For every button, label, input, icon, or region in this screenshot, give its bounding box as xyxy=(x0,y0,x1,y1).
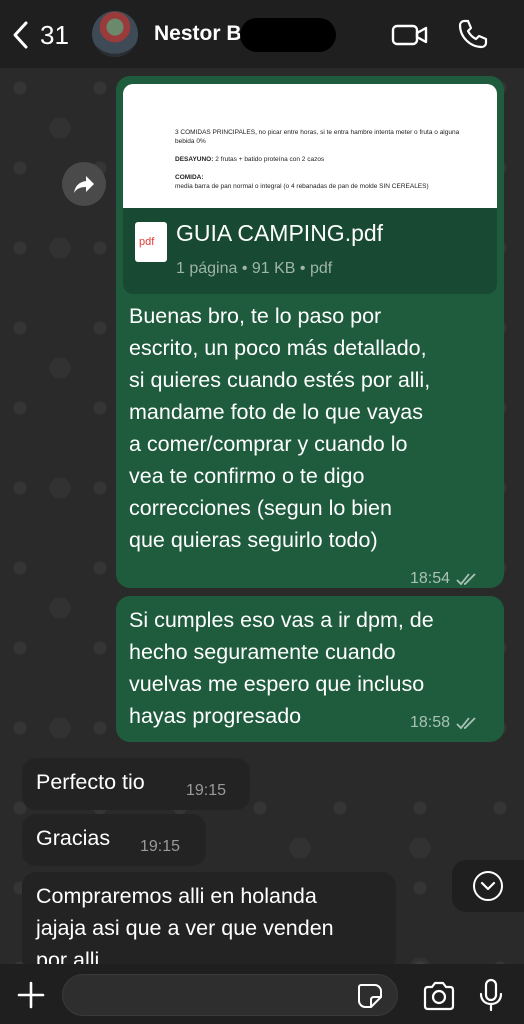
message-text: Si cumples eso vas a ir dpm, de hecho se… xyxy=(129,604,434,732)
camera-icon[interactable] xyxy=(422,981,456,1011)
scroll-to-bottom-button[interactable] xyxy=(452,860,524,912)
message-line: jajaja asi que a ver que venden xyxy=(36,916,334,940)
message-text: Gracias xyxy=(36,826,111,850)
microphone-icon[interactable] xyxy=(478,978,504,1012)
pdf-file-icon: pdf xyxy=(135,222,167,262)
message-line: Buenas bro, te lo paso por xyxy=(129,304,382,328)
phone-icon[interactable] xyxy=(457,18,489,50)
video-camera-icon[interactable] xyxy=(391,20,429,50)
message-line: Si cumples eso vas a ir dpm, de xyxy=(129,608,434,632)
message-text: Perfecto tio xyxy=(36,770,145,794)
message-time: 19:15 xyxy=(140,838,181,855)
message-line: si quieres cuando estés por alli, xyxy=(129,368,431,392)
sticker-icon[interactable] xyxy=(356,982,384,1010)
message-line: vea te confirmo o te digo xyxy=(129,464,365,488)
preview-line: media barra de pan normal o integral (o … xyxy=(175,183,429,190)
message-line: Compraremos alli en holanda xyxy=(36,884,317,908)
document-file-meta: 1 página • 91 KB • pdf xyxy=(176,260,333,277)
message-line: mandame foto de lo que vayas xyxy=(129,400,424,424)
forward-arrow-icon xyxy=(74,176,94,193)
contact-name[interactable]: Nestor B xyxy=(154,22,242,46)
forward-button[interactable] xyxy=(62,162,106,206)
message-time: 19:15 xyxy=(186,782,227,799)
preview-line: COMIDA: xyxy=(175,174,204,181)
message-line: por alli xyxy=(36,948,100,964)
composer-bar xyxy=(0,964,524,1024)
message-line: hayas progresado xyxy=(129,704,302,728)
incoming-text-message[interactable]: Compraremos alli en holanda jajaja asi q… xyxy=(22,872,396,964)
message-text: Compraremos alli en holanda jajaja asi q… xyxy=(36,880,334,964)
unread-count: 31 xyxy=(40,19,69,50)
message-line: hecho seguramente cuando xyxy=(129,640,396,664)
chat-area[interactable]: 3 COMIDAS PRINCIPALES, no picar entre ho… xyxy=(0,68,524,964)
message-line: a comer/comprar y cuando lo xyxy=(129,432,408,456)
double-check-icon xyxy=(456,573,476,586)
outgoing-text-message[interactable]: Si cumples eso vas a ir dpm, de hecho se… xyxy=(116,596,504,742)
preview-line: 3 COMIDAS PRINCIPALES, no picar entre ho… xyxy=(175,129,460,145)
message-time: 18:58 xyxy=(410,714,451,731)
document-file-name: GUIA CAMPING.pdf xyxy=(176,220,384,246)
incoming-text-message[interactable]: Gracias 19:15 xyxy=(22,814,206,866)
document-preview[interactable]: 3 COMIDAS PRINCIPALES, no picar entre ho… xyxy=(123,84,497,208)
double-check-icon xyxy=(456,717,476,730)
message-line: escrito, un poco más detallado, xyxy=(129,336,427,360)
message-meta: 18:54 xyxy=(410,570,478,588)
document-info[interactable]: pdf GUIA CAMPING.pdf 1 página • 91 KB • … xyxy=(123,208,497,294)
message-line: correcciones (segun lo bien xyxy=(129,496,392,520)
preview-line: DESAYUNO: xyxy=(175,156,214,163)
chat-header: 31 Nestor B xyxy=(0,0,524,68)
message-line: vuelvas me espero que incluso xyxy=(129,672,425,696)
chevron-down-circle-icon xyxy=(473,871,503,901)
redaction-mark xyxy=(240,18,336,52)
message-input[interactable] xyxy=(62,974,398,1016)
avatar[interactable] xyxy=(92,11,138,57)
message-line: que quieras seguirlo todo) xyxy=(129,528,378,552)
message-time: 18:54 xyxy=(410,570,451,587)
plus-icon[interactable] xyxy=(16,980,46,1010)
message-text: Buenas bro, te lo paso por escrito, un p… xyxy=(129,300,430,556)
outgoing-document-message[interactable]: 3 COMIDAS PRINCIPALES, no picar entre ho… xyxy=(116,76,504,588)
back-button[interactable]: 31 xyxy=(10,18,69,52)
preview-line: 2 frutas + batido proteína con 2 cazos xyxy=(215,156,325,163)
pdf-icon-label: pdf xyxy=(139,236,155,248)
message-meta: 18:58 xyxy=(410,714,478,732)
incoming-text-message[interactable]: Perfecto tio 19:15 xyxy=(22,758,250,810)
chevron-left-icon xyxy=(13,21,28,49)
